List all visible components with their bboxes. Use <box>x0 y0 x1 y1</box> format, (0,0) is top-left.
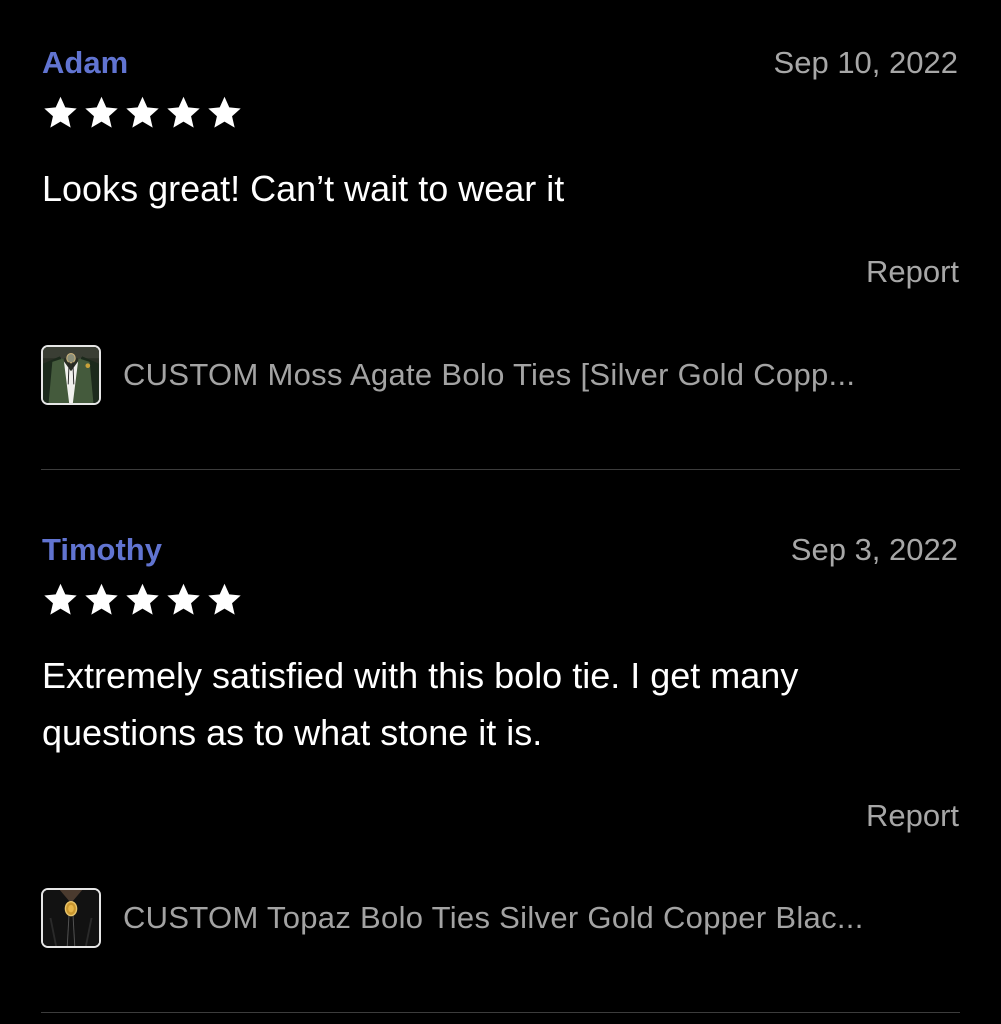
star-icon <box>85 96 118 128</box>
star-icon <box>167 96 200 128</box>
reviewed-product-link[interactable]: CUSTOM Moss Agate Bolo Ties [Silver Gold… <box>41 343 959 407</box>
product-title[interactable]: CUSTOM Moss Agate Bolo Ties [Silver Gold… <box>123 357 959 393</box>
star-icon <box>44 583 77 615</box>
star-icon <box>126 583 159 615</box>
review-text: Extremely satisfied with this bolo tie. … <box>42 655 799 753</box>
reviewed-product-link[interactable]: CUSTOM Topaz Bolo Ties Silver Gold Coppe… <box>41 886 959 950</box>
review-date: Sep 3, 2022 <box>790 532 958 567</box>
star-icon <box>44 96 77 128</box>
star-icon <box>126 96 159 128</box>
reviewer-name[interactable]: Adam <box>42 47 128 78</box>
review-text: Looks great! Can’t wait to wear it <box>42 168 565 209</box>
divider <box>41 469 960 470</box>
star-icon <box>208 96 241 128</box>
reviewer-name[interactable]: Timothy <box>42 534 162 565</box>
product-title[interactable]: CUSTOM Topaz Bolo Ties Silver Gold Coppe… <box>123 900 959 936</box>
review-date: Sep 10, 2022 <box>773 45 958 80</box>
star-rating <box>42 581 243 618</box>
star-rating <box>42 94 243 131</box>
report-link[interactable]: Report <box>866 800 959 831</box>
star-icon <box>85 583 118 615</box>
bolo-tie-topaz-thumbnail-icon <box>41 888 101 948</box>
bolo-tie-moss-agate-thumbnail-icon <box>41 345 101 405</box>
star-icon <box>167 583 200 615</box>
report-link[interactable]: Report <box>866 256 959 287</box>
star-icon <box>208 583 241 615</box>
divider <box>41 1012 960 1013</box>
